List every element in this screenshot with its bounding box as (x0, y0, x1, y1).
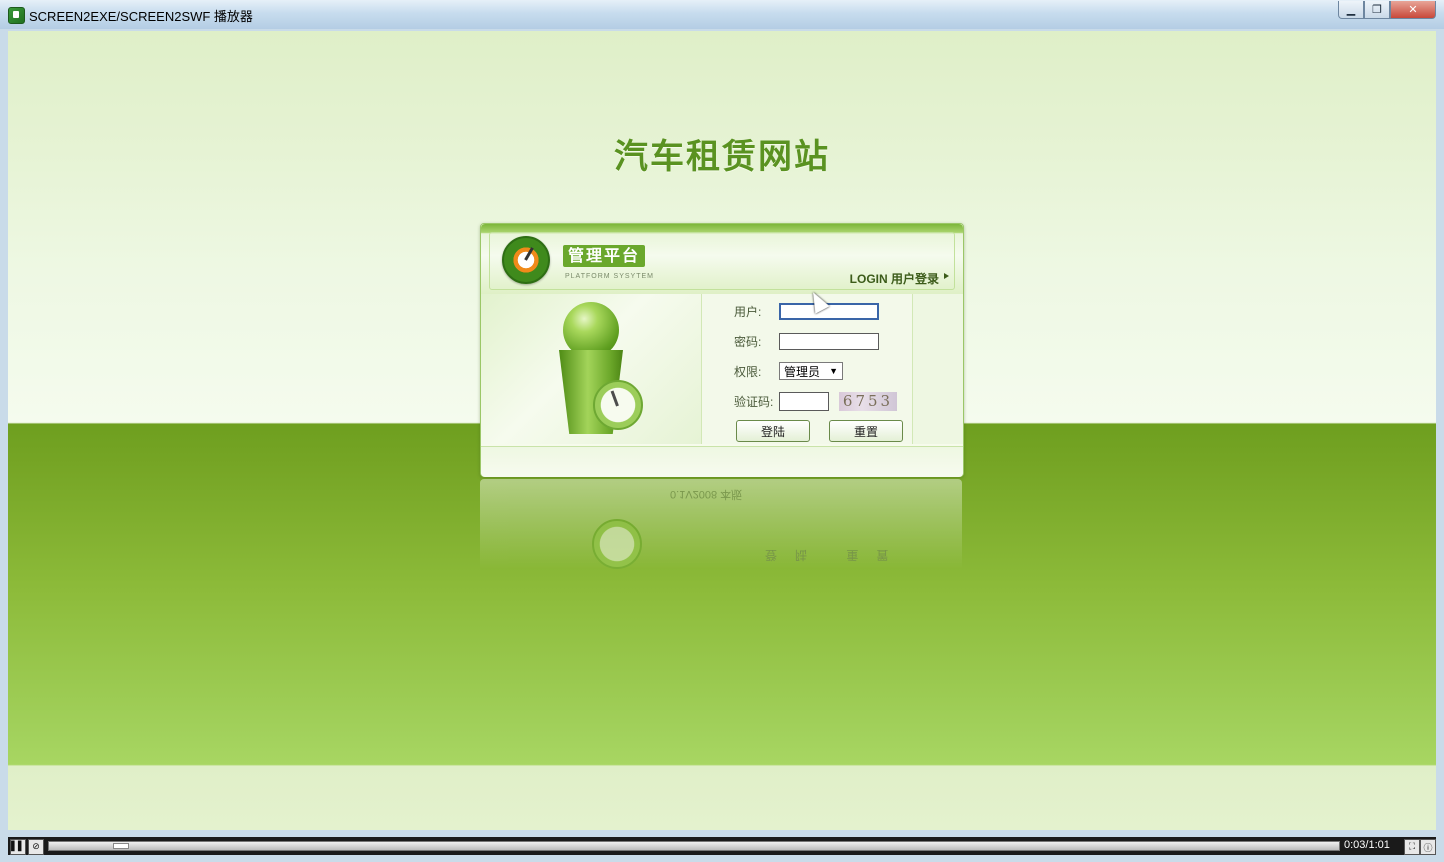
role-row: 权限: 管理员 ▼ (734, 361, 843, 381)
platform-subtitle: PLATFORM SYSYTEM (565, 273, 654, 280)
window-title: SCREEN2EXE/SCREEN2SWF 播放器 (29, 9, 253, 24)
window-titlebar: SCREEN2EXE/SCREEN2SWF 播放器 ▁ ❐ ✕ (0, 0, 1444, 30)
illustration-panel (481, 294, 702, 444)
reflection-clock-icon (592, 519, 642, 569)
page-content: 汽车租赁网站 管理平台 PLATFORM SYSYTEM LOGIN 用户登录 (8, 31, 1436, 830)
seek-thumb[interactable] (113, 843, 129, 849)
reflection-buttons-text: 登陆 重置 (765, 548, 907, 562)
captcha-label: 验证码: (734, 394, 774, 409)
login-box: 管理平台 PLATFORM SYSYTEM LOGIN 用户登录 用户: 密码:… (480, 223, 964, 477)
login-header: 管理平台 PLATFORM SYSYTEM LOGIN 用户登录 (481, 224, 963, 296)
login-button[interactable]: 登陆 (736, 420, 810, 442)
user-label: 用户: (734, 304, 762, 319)
player-controls: ▌▌ ⊘ 0:03/1:01 ⛶ ⓘ (0, 833, 1444, 862)
login-box-reflection: 0.1V2008 本版 登陆 重置 (480, 479, 962, 569)
info-icon[interactable]: ⓘ (1420, 839, 1436, 855)
triangle-right-icon (944, 273, 949, 279)
reset-button[interactable]: 重置 (829, 420, 903, 442)
right-strip (913, 294, 963, 444)
user-row: 用户: (734, 301, 879, 321)
time-readout: 0:03/1:01 (1344, 839, 1390, 851)
password-input[interactable] (779, 332, 879, 350)
app-icon (8, 7, 25, 24)
captcha-input[interactable] (779, 391, 829, 411)
login-label: LOGIN 用户登录 (849, 272, 939, 286)
login-footer (481, 446, 963, 477)
password-label: 密码: (734, 334, 762, 349)
login-form: 用户: 密码: 权限: 管理员 ▼ 验证码: 6753 登陆 重置 (702, 294, 913, 444)
close-button[interactable]: ✕ (1390, 1, 1436, 19)
login-body: 用户: 密码: 权限: 管理员 ▼ 验证码: 6753 登陆 重置 (481, 294, 963, 446)
platform-badge: 管理平台 (563, 245, 646, 267)
seek-track[interactable] (48, 841, 1340, 851)
window-controls: ▁ ❐ ✕ (1338, 1, 1436, 19)
captcha-image[interactable]: 6753 (839, 391, 897, 411)
clock-hand (610, 390, 619, 407)
gauge-logo-icon (502, 236, 550, 284)
pause-icon[interactable]: ▌▌ (10, 839, 26, 855)
role-selected-value: 管理员 (784, 364, 821, 379)
role-label: 权限: (734, 364, 762, 379)
site-title: 汽车租赁网站 (614, 137, 830, 177)
role-select[interactable]: 管理员 ▼ (779, 362, 843, 380)
clock-icon (593, 380, 643, 430)
player-frame: 汽车租赁网站 管理平台 PLATFORM SYSYTEM LOGIN 用户登录 (0, 29, 1444, 833)
maximize-button[interactable]: ❐ (1364, 1, 1390, 19)
stop-icon[interactable]: ⊘ (28, 839, 44, 855)
password-row: 密码: (734, 331, 879, 351)
reflection-version-text: 0.1V2008 本版 (670, 488, 743, 500)
fullscreen-icon[interactable]: ⛶ (1404, 839, 1420, 855)
player-bar: ▌▌ ⊘ 0:03/1:01 ⛶ ⓘ (8, 837, 1436, 855)
minimize-button[interactable]: ▁ (1338, 1, 1364, 19)
green-ball-illustration (563, 302, 619, 358)
captcha-row: 验证码: 6753 (734, 391, 897, 411)
triangle-down-icon: ▼ (829, 366, 838, 376)
